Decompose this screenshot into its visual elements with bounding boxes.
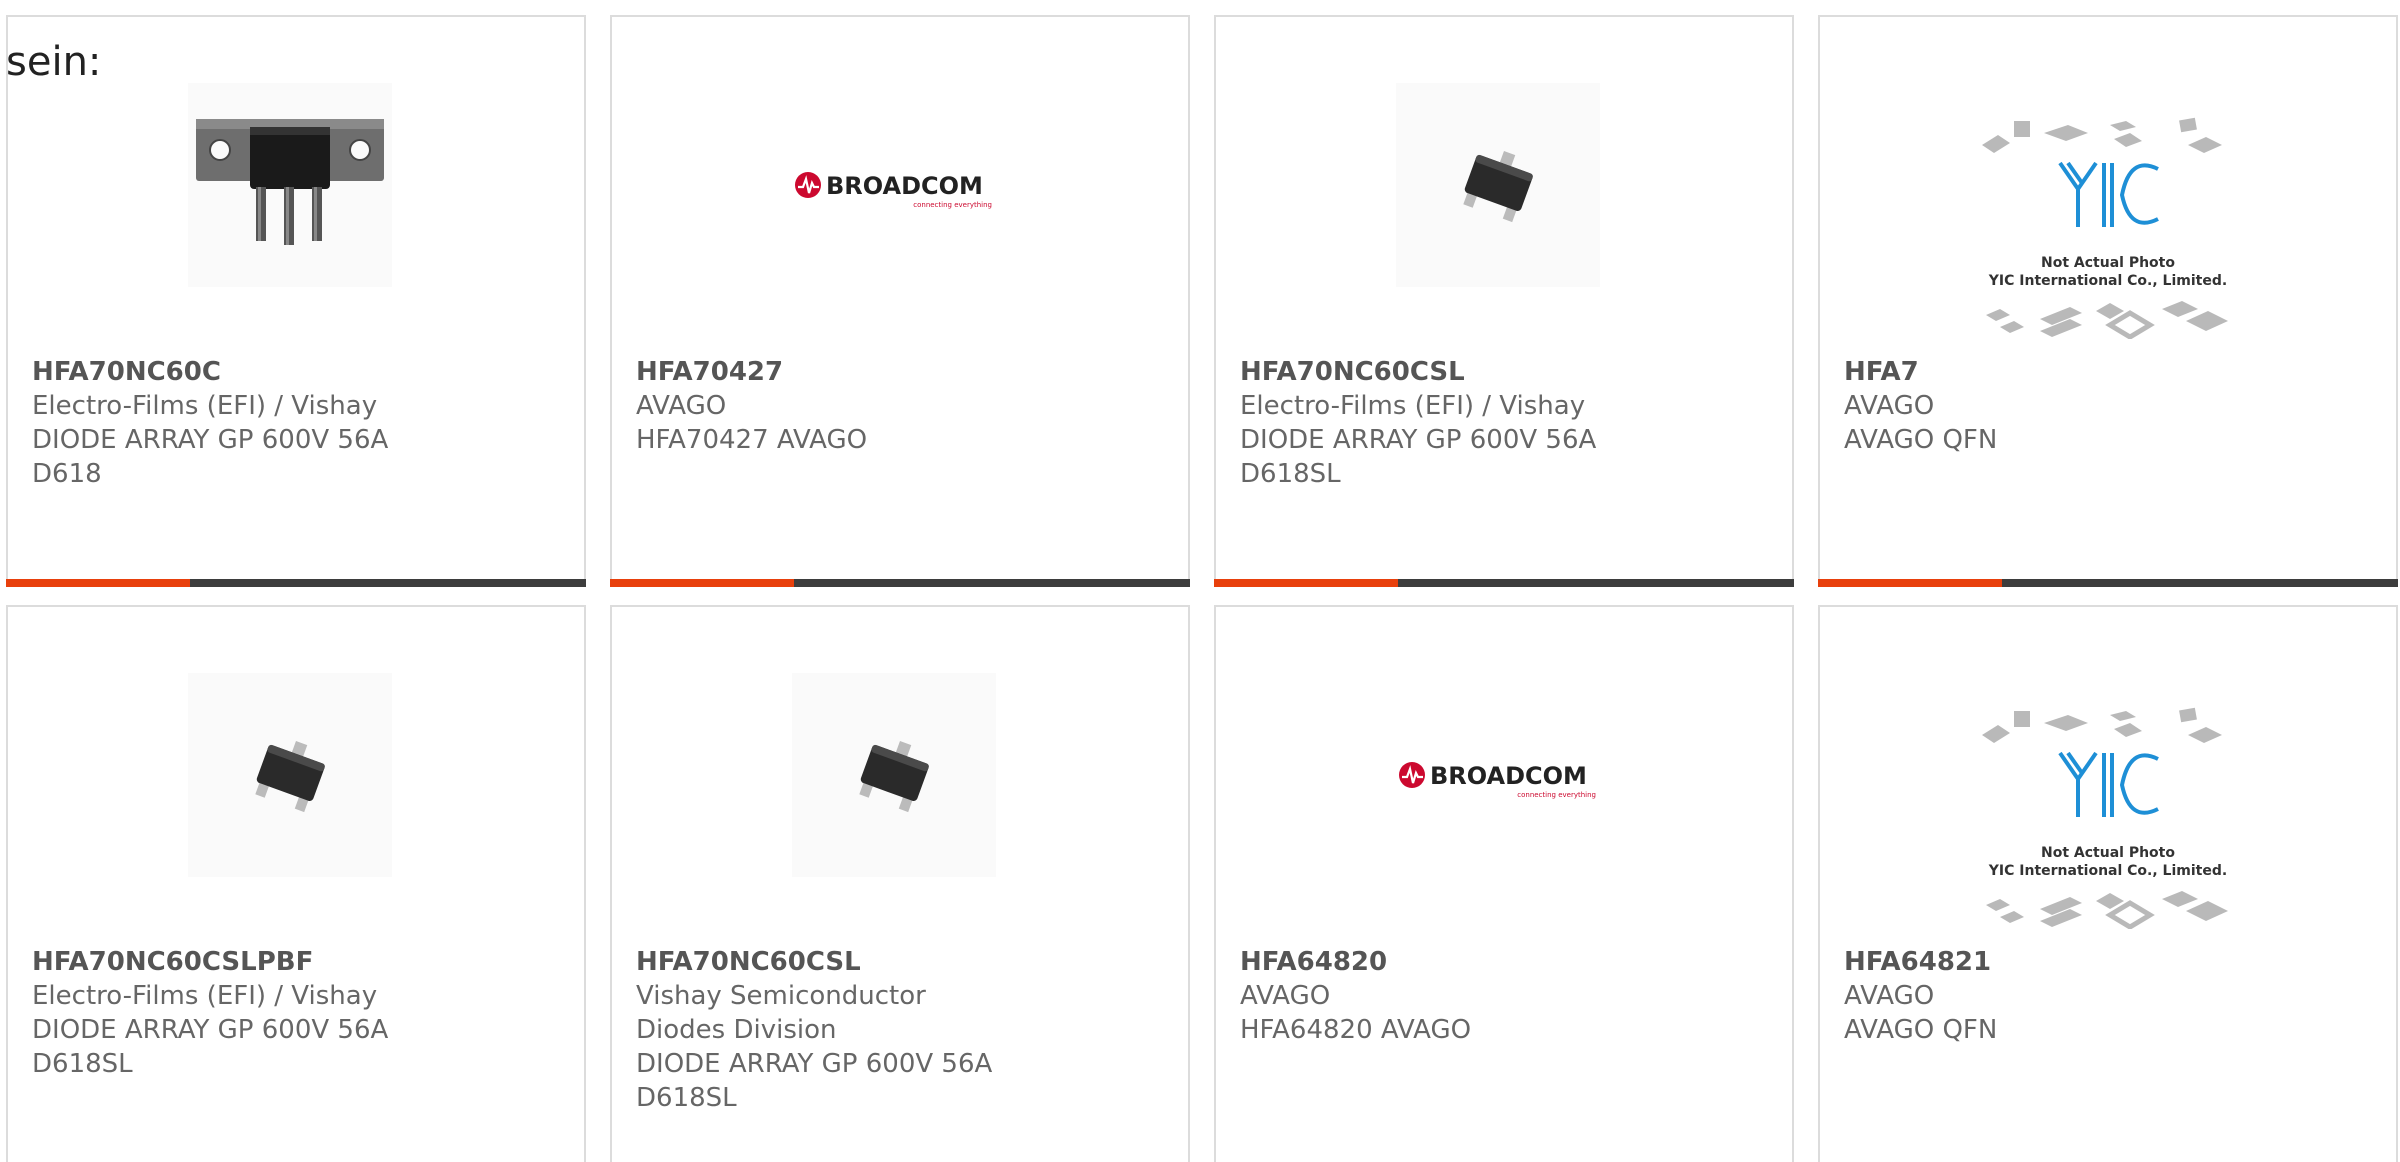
product-image[interactable]: BROADCOM connecting everything xyxy=(1396,673,1600,877)
product-image[interactable] xyxy=(792,673,996,877)
product-card[interactable]: Not Actual Photo YIC International Co., … xyxy=(1818,15,2398,587)
sot-package-icon xyxy=(1463,150,1533,223)
yic-placeholder-image: Not Actual Photo YIC International Co., … xyxy=(1982,117,2228,339)
accent-bar xyxy=(1214,579,1398,587)
sot-package-icon xyxy=(859,740,929,813)
part-number-link[interactable]: HFA7 xyxy=(1844,355,2264,389)
d618-package-icon xyxy=(196,119,384,245)
product-image[interactable]: Not Actual Photo YIC International Co., … xyxy=(1970,689,2246,929)
product-results-page: sein: HFA70NC60C Electro-Films (EFI) / V… xyxy=(0,0,2400,1162)
description: DIODE ARRAY GP 600V 56A D618 xyxy=(32,425,389,489)
manufacturer: Electro-Films (EFI) / Vishay xyxy=(1240,391,1586,421)
product-card[interactable]: HFA70NC60CSLPBF Electro-Films (EFI) / Vi… xyxy=(6,605,586,1162)
broadcom-wordmark: BROADCOM xyxy=(1430,762,1587,790)
description: DIODE ARRAY GP 600V 56A D618SL xyxy=(636,1049,993,1113)
description: HFA70427 AVAGO xyxy=(636,425,868,455)
description: DIODE ARRAY GP 600V 56A D618SL xyxy=(32,1015,389,1079)
manufacturer: Electro-Films (EFI) / Vishay xyxy=(32,391,378,421)
broadcom-logo: BROADCOM connecting everything xyxy=(1399,762,1596,799)
part-number-link[interactable]: HFA70NC60C xyxy=(32,355,452,389)
product-card[interactable]: HFA70NC60CSL Vishay Semiconductor Diodes… xyxy=(610,605,1190,1162)
description: AVAGO QFN xyxy=(1844,425,1998,455)
yic-company-name: YIC International Co., Limited. xyxy=(1988,863,2227,879)
part-number-link[interactable]: HFA64820 xyxy=(1240,945,1660,979)
broadcom-logo: BROADCOM connecting everything xyxy=(795,172,992,209)
yic-not-actual-photo: Not Actual Photo xyxy=(2041,845,2175,861)
product-card[interactable]: BROADCOM connecting everything HFA70427 … xyxy=(610,15,1190,587)
broadcom-wordmark: BROADCOM xyxy=(826,172,983,200)
product-card[interactable]: Not Actual Photo YIC International Co., … xyxy=(1818,605,2398,1162)
intro-text: sein: xyxy=(6,39,102,85)
part-number-link[interactable]: HFA64821 xyxy=(1844,945,2264,979)
sot-package-icon xyxy=(255,740,325,813)
description: DIODE ARRAY GP 600V 56A D618SL xyxy=(1240,425,1597,489)
part-number-link[interactable]: HFA70NC60CSL xyxy=(636,945,996,979)
broadcom-tagline: connecting everything xyxy=(913,201,992,209)
product-image[interactable] xyxy=(188,673,392,877)
product-card[interactable]: HFA70NC60C Electro-Films (EFI) / Vishay … xyxy=(6,15,586,587)
yic-placeholder-image: Not Actual Photo YIC International Co., … xyxy=(1982,707,2228,929)
yic-logo-icon xyxy=(2058,161,2159,227)
card-footer-bar xyxy=(1818,579,2398,587)
manufacturer: AVAGO xyxy=(636,391,727,421)
accent-bar xyxy=(6,579,190,587)
manufacturer: Electro-Films (EFI) / Vishay xyxy=(32,981,378,1011)
product-image[interactable]: Not Actual Photo YIC International Co., … xyxy=(1970,99,2246,339)
manufacturer: AVAGO xyxy=(1240,981,1331,1011)
yic-logo-icon xyxy=(2058,751,2159,817)
accent-bar xyxy=(610,579,794,587)
manufacturer: Vishay Semiconductor Diodes Division xyxy=(636,981,926,1045)
yic-not-actual-photo: Not Actual Photo xyxy=(2041,255,2175,271)
description: HFA64820 AVAGO xyxy=(1240,1015,1472,1045)
part-number-link[interactable]: HFA70427 xyxy=(636,355,1056,389)
manufacturer: AVAGO xyxy=(1844,981,1935,1011)
product-grid: HFA70NC60C Electro-Films (EFI) / Vishay … xyxy=(6,15,2398,1162)
manufacturer: AVAGO xyxy=(1844,391,1935,421)
card-footer-bar xyxy=(610,579,1190,587)
part-number-link[interactable]: HFA70NC60CSL xyxy=(1240,355,1660,389)
description: AVAGO QFN xyxy=(1844,1015,1998,1045)
broadcom-tagline: connecting everything xyxy=(1517,791,1596,799)
product-image[interactable] xyxy=(1396,83,1600,287)
card-footer-bar xyxy=(1214,579,1794,587)
part-number-link[interactable]: HFA70NC60CSLPBF xyxy=(32,945,452,979)
accent-bar xyxy=(1818,579,2002,587)
card-footer-bar xyxy=(6,579,586,587)
product-image[interactable]: BROADCOM connecting everything xyxy=(792,83,996,287)
product-card[interactable]: HFA70NC60CSL Electro-Films (EFI) / Visha… xyxy=(1214,15,1794,587)
product-image[interactable] xyxy=(188,83,392,287)
yic-company-name: YIC International Co., Limited. xyxy=(1988,273,2227,289)
product-card[interactable]: BROADCOM connecting everything HFA64820 … xyxy=(1214,605,1794,1162)
